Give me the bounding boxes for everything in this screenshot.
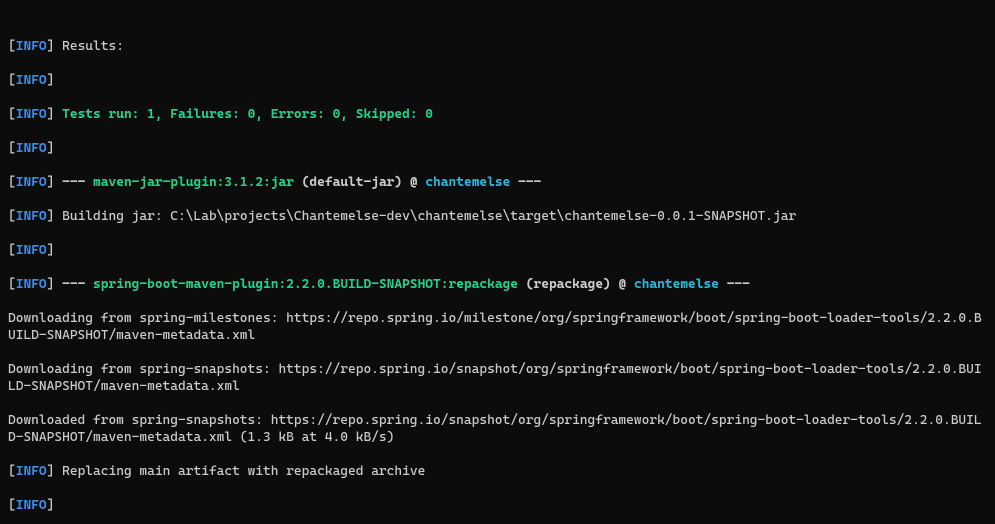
log-line-plugin: [INFO] --- maven-jar-plugin:3.1.2:jar (d… xyxy=(8,174,987,191)
log-line-download: Downloading from spring-snapshots: https… xyxy=(8,361,987,395)
log-line-plugin: [INFO] --- spring-boot-maven-plugin:2.2.… xyxy=(8,276,987,293)
log-line: [INFO] Building jar: C:\Lab\projects\Cha… xyxy=(8,208,987,225)
log-line: [INFO] xyxy=(8,140,987,157)
log-line: [INFO] Results: xyxy=(8,38,987,55)
log-line-download: Downloading from spring-milestones: http… xyxy=(8,310,987,344)
terminal-output[interactable]: [INFO] Results: [INFO] [INFO] Tests run:… xyxy=(0,0,995,524)
log-line: [INFO] xyxy=(8,242,987,259)
log-line: [INFO] Replacing main artifact with repa… xyxy=(8,463,987,480)
log-line: [INFO] xyxy=(8,72,987,89)
log-line-download: Downloaded from spring-snapshots: https:… xyxy=(8,412,987,446)
log-line-tests: [INFO] Tests run: 1, Failures: 0, Errors… xyxy=(8,106,987,123)
log-line: [INFO] xyxy=(8,497,987,514)
